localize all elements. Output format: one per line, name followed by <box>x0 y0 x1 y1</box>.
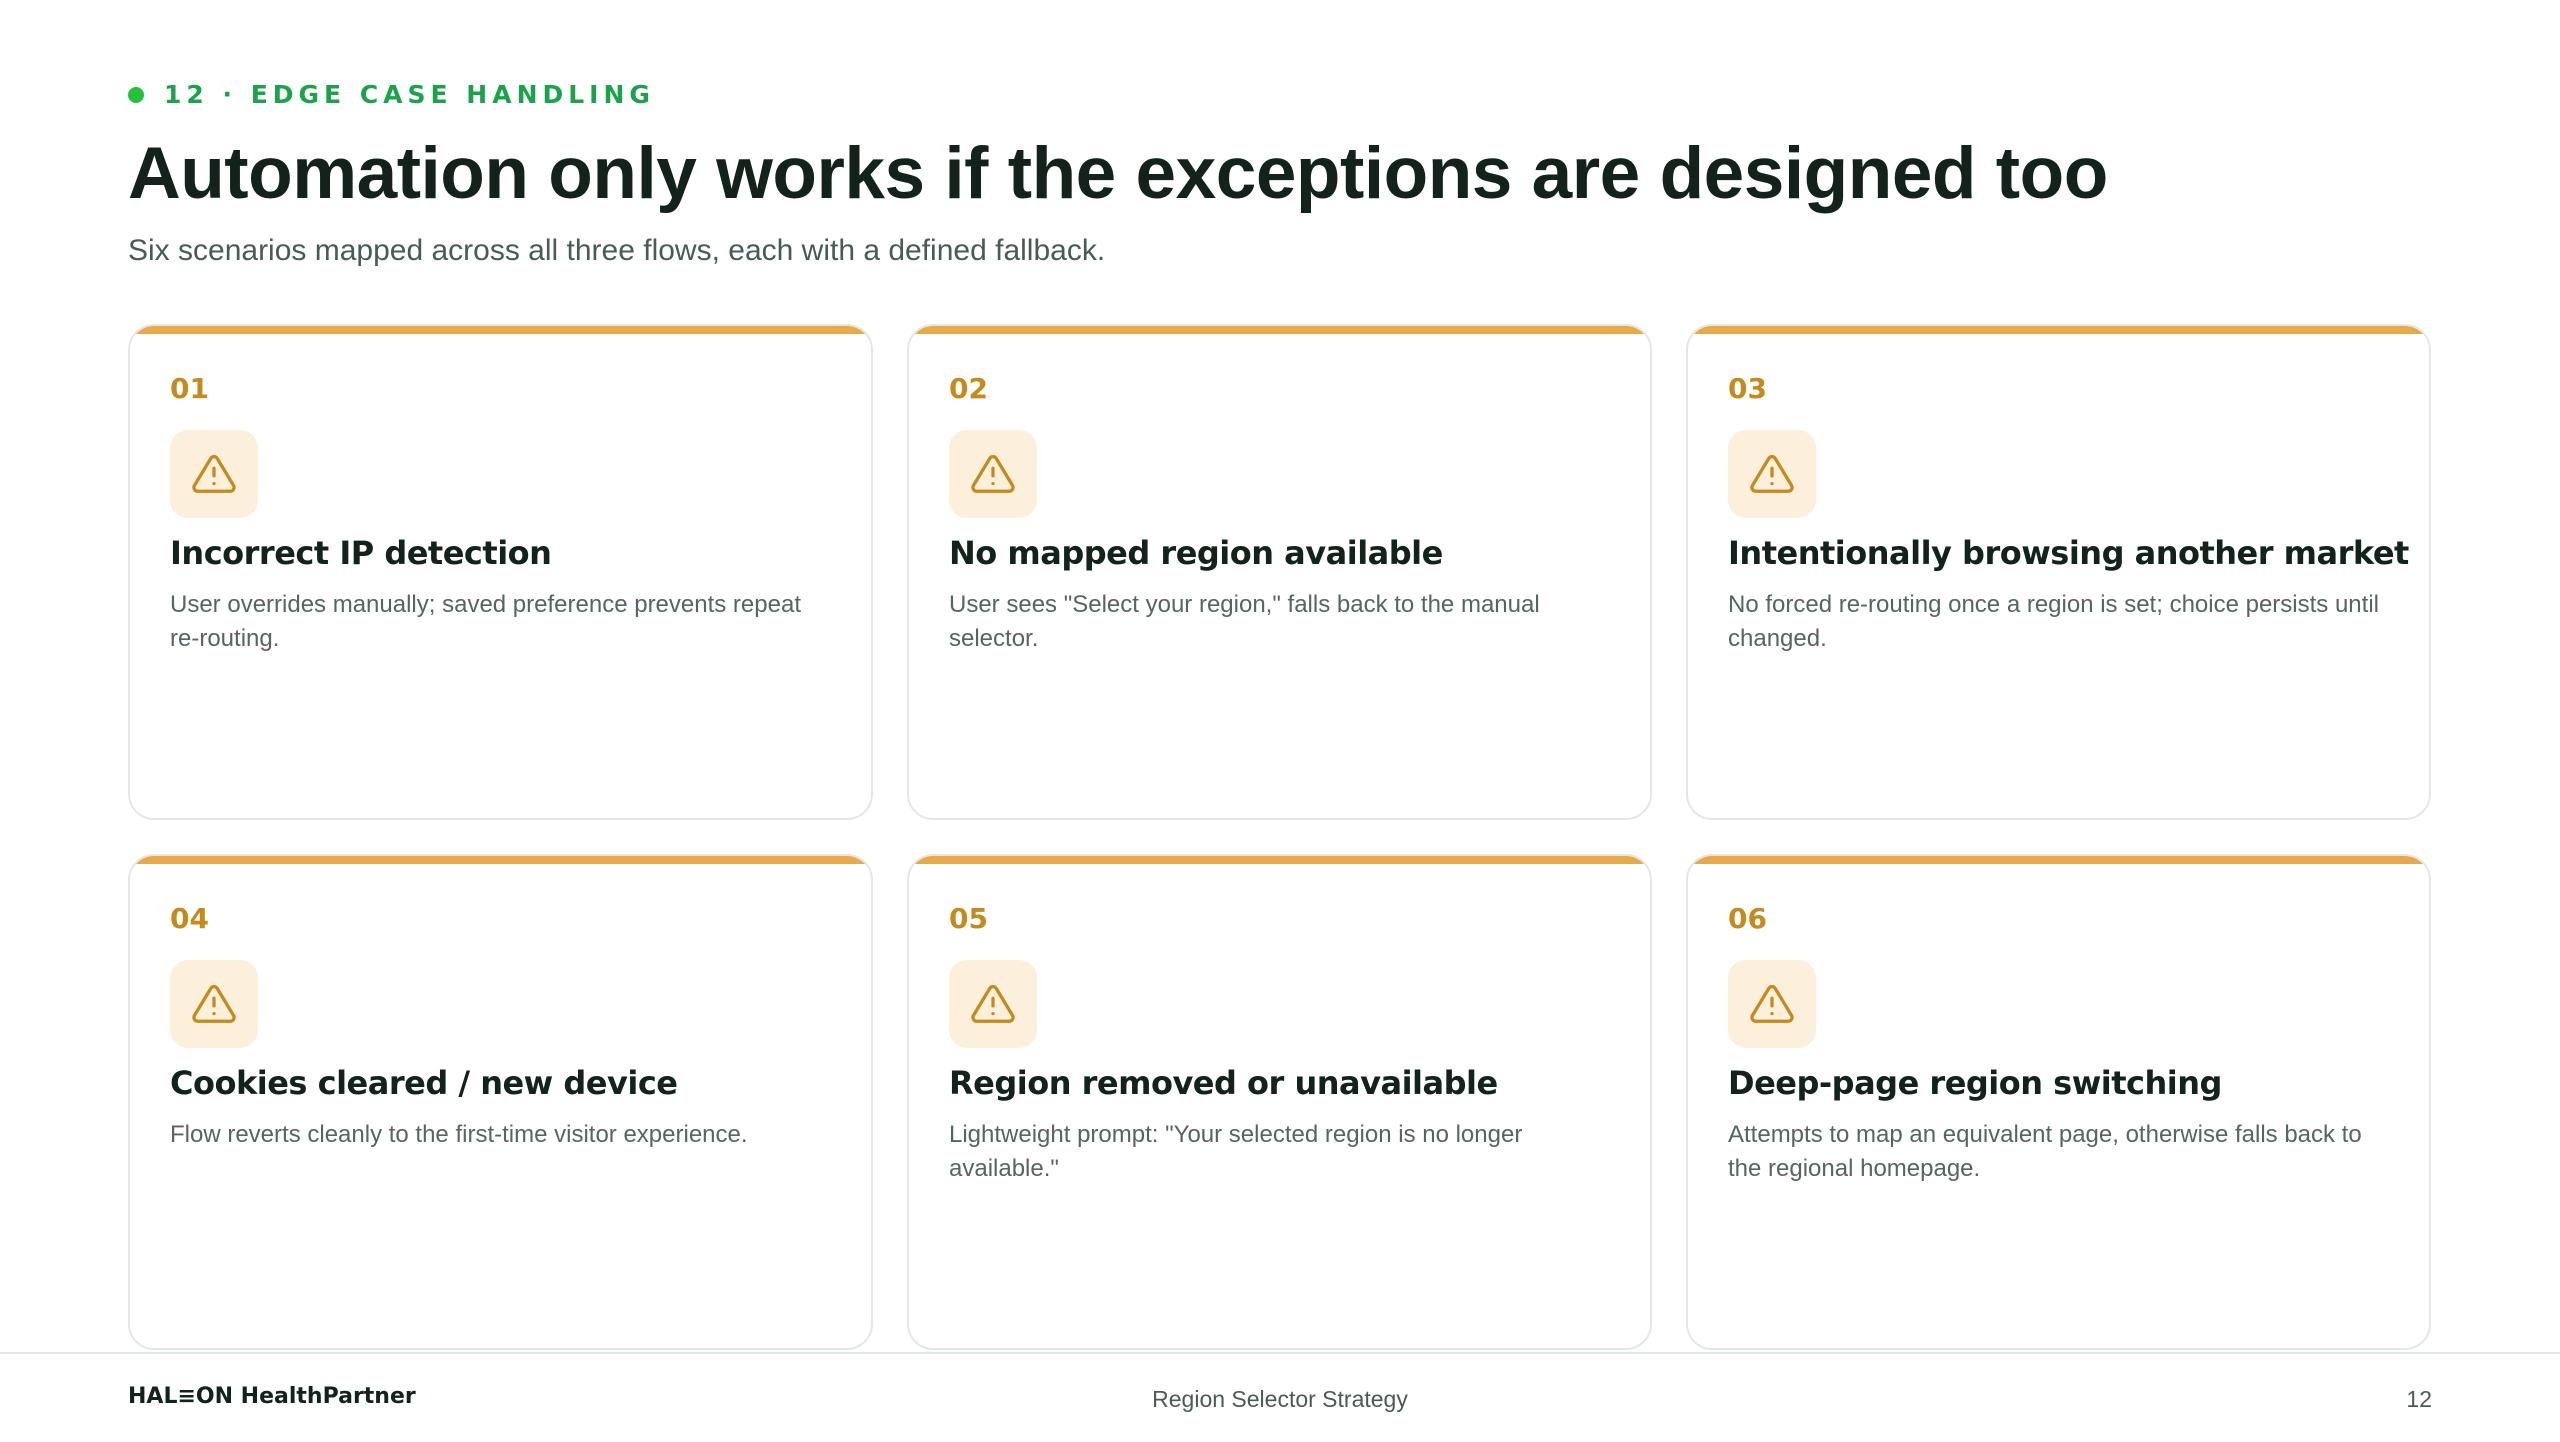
card-description: Flow reverts cleanly to the first-time v… <box>170 1121 748 1148</box>
card-title: Region removed or unavailable <box>949 1064 1498 1102</box>
card-accent-bar <box>130 856 871 864</box>
warning-triangle-icon <box>949 960 1037 1048</box>
edge-case-card-5: 05 Region removed or unavailable Lightwe… <box>907 854 1652 1350</box>
edge-case-card-6: 06 Deep-page region switching Attempts t… <box>1686 854 2431 1350</box>
warning-triangle-icon <box>170 960 258 1048</box>
card-title: Incorrect IP detection <box>170 534 552 572</box>
warning-triangle-icon <box>170 430 258 518</box>
edge-case-card-2: 02 No mapped region available User sees … <box>907 324 1652 820</box>
card-description: No forced re-routing once a region is se… <box>1728 591 2379 652</box>
page-title: Automation only works if the exceptions … <box>128 133 2108 214</box>
warning-triangle-icon <box>949 430 1037 518</box>
edge-case-card-3: 03 Intentionally browsing another market… <box>1686 324 2431 820</box>
card-title: No mapped region available <box>949 534 1443 572</box>
card-number: 06 <box>1728 902 1767 935</box>
card-title: Cookies cleared / new device <box>170 1064 678 1102</box>
warning-triangle-icon <box>1728 960 1816 1048</box>
card-description: User sees "Select your region," falls ba… <box>949 591 1540 652</box>
card-title: Deep-page region switching <box>1728 1064 2222 1102</box>
page-subtitle: Six scenarios mapped across all three fl… <box>128 234 1106 267</box>
card-accent-bar <box>1688 856 2429 864</box>
edge-case-card-1: 01 Incorrect IP detection User overrides… <box>128 324 873 820</box>
card-title: Intentionally browsing another market <box>1728 534 2409 572</box>
edge-case-card-4: 04 Cookies cleared / new device Flow rev… <box>128 854 873 1350</box>
deck-title: Region Selector Strategy <box>1152 1386 1408 1412</box>
section-eyebrow: 12 · EDGE CASE HANDLING <box>128 80 655 109</box>
card-number: 05 <box>949 902 988 935</box>
card-description: Lightweight prompt: "Your selected regio… <box>949 1121 1523 1182</box>
eyebrow-label: 12 · EDGE CASE HANDLING <box>164 80 655 109</box>
card-number: 01 <box>170 372 209 405</box>
card-description: User overrides manually; saved preferenc… <box>170 591 801 652</box>
slide-footer: HAL≡ON HealthPartner Region Selector Str… <box>0 1352 2560 1442</box>
card-accent-bar <box>909 326 1650 334</box>
status-dot-icon <box>128 86 144 103</box>
card-number: 03 <box>1728 372 1767 405</box>
card-number: 02 <box>949 372 988 405</box>
warning-triangle-icon <box>1728 430 1816 518</box>
card-description: Attempts to map an equivalent page, othe… <box>1728 1121 2362 1182</box>
card-number: 04 <box>170 902 209 935</box>
card-accent-bar <box>909 856 1650 864</box>
edge-case-grid: 01 Incorrect IP detection User overrides… <box>128 324 2432 1350</box>
card-accent-bar <box>1688 326 2429 334</box>
page-number: 12 <box>2406 1386 2432 1412</box>
card-accent-bar <box>130 326 871 334</box>
